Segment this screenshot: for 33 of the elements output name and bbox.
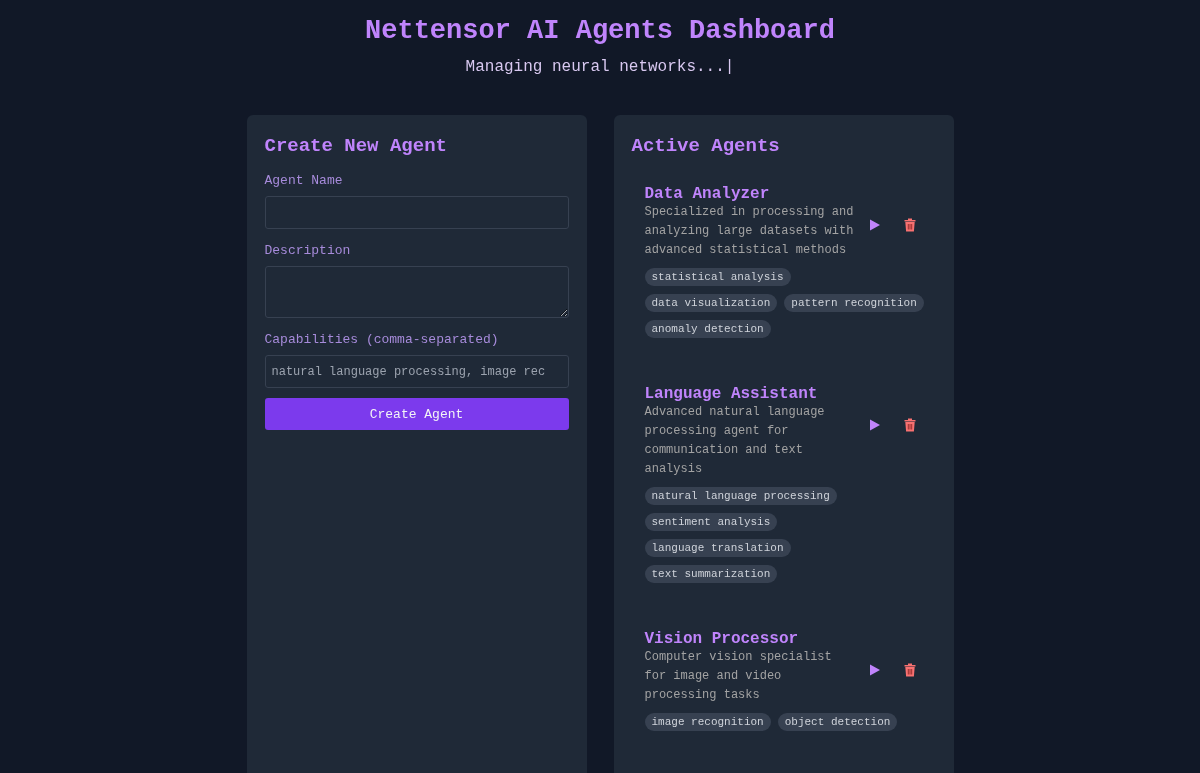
agent-name: Language Assistant	[644, 385, 819, 403]
create-agent-button[interactable]: Create Agent	[264, 398, 569, 430]
capability-tag: data visualization	[644, 294, 778, 312]
field-label: Capabilities (comma-separated)	[264, 332, 500, 347]
capability-tag: pattern recognition	[784, 294, 924, 312]
capability-tag: anomaly detection	[644, 320, 771, 338]
agent-description: Specialized in processing and analyzing large datasets with advanced statistical methods	[644, 204, 855, 259]
capability-tag: text summarization	[644, 565, 778, 583]
capability-tag: sentiment analysis	[644, 513, 778, 531]
capability-tag: natural language processing	[644, 487, 837, 505]
play-icon[interactable]	[868, 664, 881, 676]
capability-tag: language translation	[644, 539, 791, 557]
play-icon[interactable]	[868, 419, 881, 431]
capability-tag: object detection	[777, 713, 898, 731]
trash-icon[interactable]	[903, 663, 916, 677]
agent-description: Advanced natural language processing agent for communication and text analysis	[644, 404, 826, 478]
capability-tag: statistical analysis	[644, 268, 791, 286]
page-title: Nettensor AI Agents Dashboard	[365, 15, 835, 48]
agent-description: Computer vision specialist for image and video processing tasks	[644, 649, 833, 704]
description-field[interactable]	[264, 266, 569, 318]
field-label: Agent Name	[264, 173, 344, 188]
agent-name: Vision Processor	[644, 630, 800, 648]
input-field[interactable]	[264, 196, 569, 229]
trash-icon[interactable]	[903, 218, 916, 232]
panel-title: Active Agents	[631, 135, 781, 157]
agent-name: Data Analyzer	[644, 185, 771, 203]
input-field[interactable]: natural language processing, image rec	[264, 355, 569, 388]
trash-icon[interactable]	[903, 418, 916, 432]
field-label: Description	[264, 243, 352, 258]
capability-tag: image recognition	[644, 713, 771, 731]
page-subtitle: Managing neural networks...|	[465, 58, 735, 76]
panel-title: Create New Agent	[264, 135, 448, 157]
play-icon[interactable]	[868, 219, 881, 231]
